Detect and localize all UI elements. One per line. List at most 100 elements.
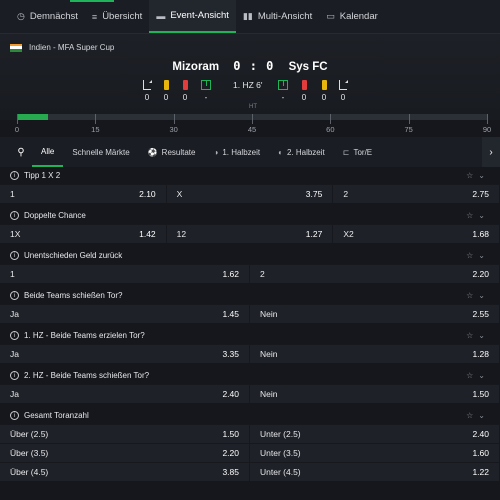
odds-button[interactable]: X 3.75 <box>167 185 334 203</box>
info-icon[interactable]: i <box>10 371 19 380</box>
odds-button[interactable]: 2 2.20 <box>250 265 500 283</box>
odds-button[interactable]: 12 1.27 <box>167 225 334 243</box>
tab-resultate[interactable]: ⚽ Resultate <box>139 137 205 167</box>
odds-button[interactable]: Unter (4.5) 1.22 <box>250 463 500 481</box>
home-corners: 0 <box>140 80 154 102</box>
odds-value: 3.35 <box>222 349 239 359</box>
market-header[interactable]: i Tipp 1 X 2 ☆⌄ <box>0 167 500 184</box>
market-header[interactable]: i Gesamt Toranzahl ☆⌄ <box>0 407 500 424</box>
home-possession: - <box>199 80 213 102</box>
list-icon: ≡ <box>91 11 98 22</box>
timeline-tick-label: 0 <box>14 125 20 134</box>
odds-label: Ja <box>10 389 19 399</box>
star-chevron-icon[interactable]: ☆⌄ <box>466 211 490 220</box>
market-header[interactable]: i Doppelte Chance ☆⌄ <box>0 207 500 224</box>
tab-label: Tor/E <box>353 147 373 157</box>
odds-value: 1.50 <box>222 429 239 439</box>
stat-value: 0 <box>182 93 188 102</box>
star-chevron-icon[interactable]: ☆⌄ <box>466 171 490 180</box>
info-icon[interactable]: i <box>10 211 19 220</box>
odds-button[interactable]: 1 1.62 <box>0 265 250 283</box>
nav-item-event-ansicht[interactable]: ▬ Event-Ansicht <box>149 0 236 33</box>
odds-value: 1.45 <box>222 309 239 319</box>
odds-button[interactable]: Nein 2.55 <box>250 305 500 323</box>
event-view-icon: ▬ <box>156 10 166 21</box>
odds-button[interactable]: X2 1.68 <box>333 225 500 243</box>
odds-row: Über (4.5) 3.85 Unter (4.5) 1.22 <box>0 462 500 481</box>
info-icon[interactable]: i <box>10 251 19 260</box>
nav-label: Übersicht <box>102 11 143 22</box>
nav-accent-bar <box>70 0 114 2</box>
market-title: Unentschieden Geld zurück <box>24 251 123 260</box>
odds-button[interactable]: Ja 2.40 <box>0 385 250 403</box>
nav-label: Kalendar <box>339 11 378 22</box>
market-filter-bar: ⚲ Alle Schnelle Märkte ⚽ Resultate ◑ 1. … <box>0 137 500 167</box>
star-chevron-icon[interactable]: ☆⌄ <box>466 331 490 340</box>
odds-value: 2.55 <box>472 309 489 319</box>
multi-view-icon: ▮▮ <box>242 11 253 21</box>
odds-label: Unter (2.5) <box>260 429 301 439</box>
market-header[interactable]: i Unentschieden Geld zurück ☆⌄ <box>0 247 500 264</box>
tab-label: 1. Halbzeit <box>222 147 261 157</box>
search-icon[interactable]: ⚲ <box>10 147 32 158</box>
ball-icon: ⚽ <box>147 147 158 157</box>
tab-tor-e[interactable]: ⊏ Tor/E <box>334 137 381 167</box>
tab-alle[interactable]: Alle <box>32 137 64 167</box>
star-chevron-icon[interactable]: ☆⌄ <box>466 251 490 260</box>
match-period: 1. HZ 6' <box>233 80 263 90</box>
odds-label: Nein <box>260 389 278 399</box>
home-team: Mizoram <box>172 61 220 73</box>
league-header: Indien - MFA Super Cup <box>10 43 114 52</box>
tab-schnelle-maerkte[interactable]: Schnelle Märkte <box>63 137 138 167</box>
odds-button[interactable]: Ja 3.35 <box>0 345 250 363</box>
tab-2-halbzeit[interactable]: ◐ 2. Halbzeit <box>269 137 334 167</box>
nav-item-demnaechst[interactable]: ◷ Demnächst <box>10 0 85 33</box>
odds-button[interactable]: Ja 1.45 <box>0 305 250 323</box>
tab-label: Alle <box>41 146 55 156</box>
nav-item-kalendar[interactable]: ▭ Kalendar <box>319 0 385 33</box>
market-header[interactable]: i Beide Teams schießen Tor? ☆⌄ <box>0 287 500 304</box>
odds-button[interactable]: Über (2.5) 1.50 <box>0 425 250 443</box>
odds-label: 1 <box>10 189 15 199</box>
odds-row: Ja 1.45 Nein 2.55 <box>0 304 500 323</box>
away-possession: - <box>276 80 290 102</box>
info-icon[interactable]: i <box>10 411 19 420</box>
odds-label: 1X <box>10 229 21 239</box>
stat-value: - <box>281 93 285 102</box>
timeline-tick-label: 90 <box>482 125 492 134</box>
corner-icon <box>143 80 152 90</box>
star-chevron-icon[interactable]: ☆⌄ <box>466 371 490 380</box>
odds-button[interactable]: 2 2.75 <box>333 185 500 203</box>
odds-button[interactable]: Unter (3.5) 1.60 <box>250 444 500 462</box>
odds-button[interactable]: Über (4.5) 3.85 <box>0 463 250 481</box>
odds-value: 1.28 <box>472 349 489 359</box>
top-navigation: ◷ Demnächst ≡ Übersicht ▬ Event-Ansicht … <box>0 0 500 34</box>
star-chevron-icon[interactable]: ☆⌄ <box>466 411 490 420</box>
chevron-right-icon[interactable]: › <box>482 137 500 167</box>
nav-label: Event-Ansicht <box>170 10 229 21</box>
odds-button[interactable]: Nein 1.28 <box>250 345 500 363</box>
odds-label: Unter (4.5) <box>260 467 301 477</box>
market-header[interactable]: i 2. HZ - Beide Teams schießen Tor? ☆⌄ <box>0 367 500 384</box>
odds-button[interactable]: Nein 1.50 <box>250 385 500 403</box>
tab-label: 2. Halbzeit <box>286 147 325 157</box>
odds-button[interactable]: Unter (2.5) 2.40 <box>250 425 500 443</box>
info-icon[interactable]: i <box>10 331 19 340</box>
market-title: 1. HZ - Beide Teams erzielen Tor? <box>24 331 145 340</box>
nav-item-multi-ansicht[interactable]: ▮▮ Multi-Ansicht <box>236 0 319 33</box>
info-icon[interactable]: i <box>10 171 19 180</box>
info-icon[interactable]: i <box>10 291 19 300</box>
home-red-cards: 0 <box>178 80 192 102</box>
odds-value: 2.20 <box>472 269 489 279</box>
stat-value: 0 <box>321 93 327 102</box>
nav-item-uebersicht[interactable]: ≡ Übersicht <box>85 0 149 33</box>
star-chevron-icon[interactable]: ☆⌄ <box>466 291 490 300</box>
corner-icon <box>339 80 348 90</box>
odds-button[interactable]: 1X 1.42 <box>0 225 167 243</box>
tab-label: Schnelle Märkte <box>72 147 130 157</box>
tab-1-halbzeit[interactable]: ◑ 1. Halbzeit <box>204 137 269 167</box>
market-header[interactable]: i 1. HZ - Beide Teams erzielen Tor? ☆⌄ <box>0 327 500 344</box>
odds-button[interactable]: 1 2.10 <box>0 185 167 203</box>
match-timeline: HT 0 15 30 45 60 75 90 <box>0 104 500 134</box>
odds-button[interactable]: Über (3.5) 2.20 <box>0 444 250 462</box>
